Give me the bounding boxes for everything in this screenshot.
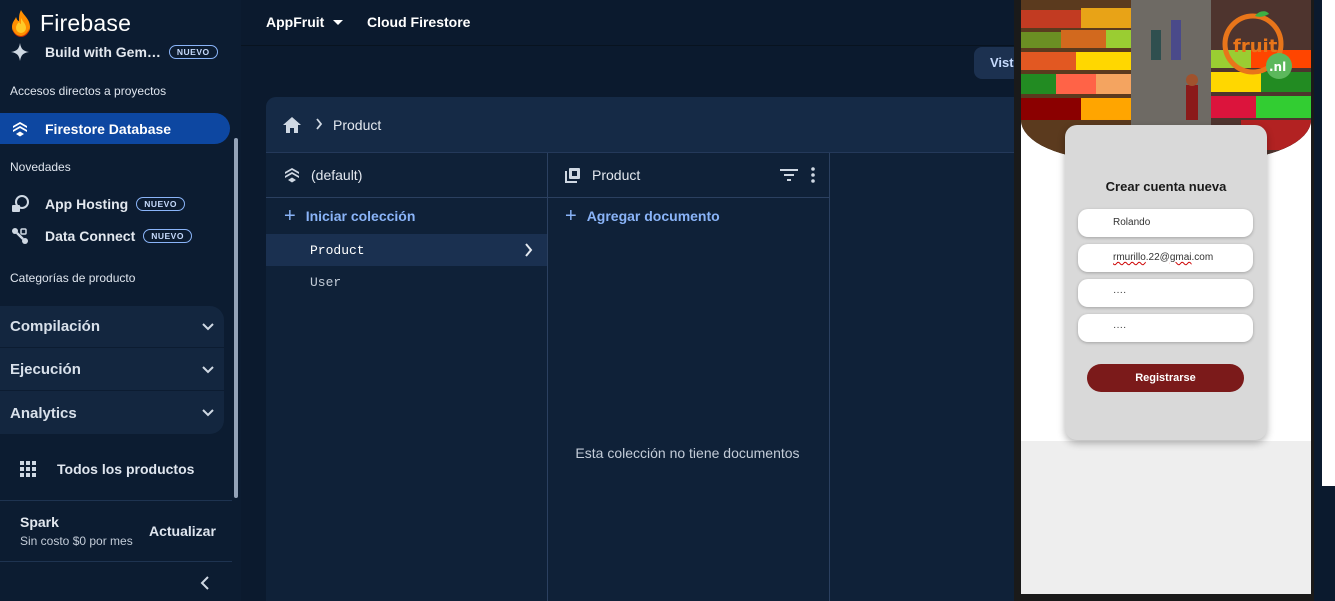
- plan-name: Spark: [20, 514, 59, 530]
- all-products-link[interactable]: Todos los productos: [20, 461, 194, 477]
- sidebar-item-label: Firestore Database: [45, 120, 172, 137]
- collapse-sidebar-button[interactable]: [200, 574, 216, 594]
- sidebar: Firebase Build with Gem… NUEVO Accesos d…: [0, 0, 241, 601]
- shortcuts-heading: Accesos directos a proyectos: [10, 84, 167, 98]
- password-field[interactable]: ····: [1078, 279, 1253, 307]
- upgrade-button[interactable]: Actualizar: [149, 523, 216, 539]
- start-collection-button[interactable]: + Iniciar colección: [266, 198, 547, 234]
- sidebar-item-label: Build with Gem…: [45, 44, 161, 60]
- database-header: (default): [266, 153, 547, 198]
- sidebar-scrollbar[interactable]: [234, 138, 238, 498]
- breadcrumb-item[interactable]: Product: [333, 117, 381, 133]
- app-hosting-icon: [9, 193, 31, 215]
- register-card: Crear cuenta nueva Rolando rmurillo.22@g…: [1065, 125, 1267, 440]
- filter-icon[interactable]: [779, 168, 799, 182]
- category-label: Analytics: [10, 404, 77, 422]
- name-field[interactable]: Rolando: [1078, 209, 1253, 237]
- add-document-button[interactable]: + Agregar documento: [547, 198, 829, 234]
- app-logo: fruit .nl: [1217, 10, 1297, 82]
- all-products-label: Todos los productos: [57, 461, 195, 477]
- plan-description: Sin costo $0 por mes: [20, 534, 133, 548]
- plus-icon: +: [565, 205, 577, 227]
- new-badge: NUEVO: [136, 197, 185, 211]
- divider: [0, 500, 232, 501]
- news-heading: Novedades: [10, 160, 71, 174]
- new-badge: NUEVO: [168, 45, 218, 59]
- screen-bottom: [1021, 441, 1311, 594]
- database-name: (default): [311, 167, 363, 183]
- email-tld: .com: [1191, 252, 1214, 263]
- app-screen: fruit .nl Crear cuenta nueva Rolando rmu…: [1021, 0, 1311, 594]
- divider: [0, 561, 232, 562]
- collection-name: User: [310, 274, 342, 290]
- page-title: Cloud Firestore: [367, 14, 471, 30]
- sidebar-item-label: Data Connect: [45, 228, 136, 244]
- more-vert-icon[interactable]: [811, 167, 815, 183]
- sidebar-item-app-hosting[interactable]: App Hosting NUEVO: [0, 193, 185, 215]
- category-analytics[interactable]: Analytics: [0, 392, 224, 434]
- chevron-down-icon: [202, 409, 214, 417]
- collection-icon: [565, 168, 580, 183]
- empty-collection-message: Esta colección no tiene documentos: [575, 445, 800, 461]
- chevron-left-icon: [200, 576, 209, 590]
- project-name: AppFruit: [266, 14, 325, 30]
- breadcrumb: Product: [266, 97, 1026, 153]
- firestore-data-panel: Product (default) + Iniciar colección Pr…: [266, 97, 1026, 601]
- category-label: Compilación: [10, 318, 101, 335]
- logo-suffix: .nl: [1269, 60, 1286, 74]
- logo-text: fruit: [1233, 36, 1278, 57]
- start-collection-label: Iniciar colección: [305, 208, 416, 224]
- top-bar: AppFruit Cloud Firestore: [241, 0, 1021, 46]
- window-edge: [1322, 0, 1335, 601]
- email-field[interactable]: rmurillo.22@gmai.com: [1078, 244, 1253, 272]
- data-connect-icon: [9, 225, 31, 247]
- firestore-icon: [9, 118, 31, 140]
- firestore-icon: [285, 168, 299, 183]
- add-document-label: Agregar documento: [586, 208, 720, 224]
- chevron-down-icon: [202, 322, 214, 330]
- caret-down-icon: [333, 19, 344, 25]
- collection-column: Product + Agregar documento Esta colecci…: [547, 153, 830, 601]
- firebase-logo-icon: [12, 10, 30, 37]
- sidebar-item-data-connect[interactable]: Data Connect NUEVO: [0, 225, 192, 247]
- grid-icon: [20, 461, 36, 477]
- collection-header: Product: [547, 153, 829, 198]
- collection-item-product[interactable]: Product: [266, 234, 547, 266]
- sidebar-item-firestore[interactable]: Firestore Database: [0, 113, 230, 144]
- confirm-password-field[interactable]: ····: [1078, 314, 1253, 342]
- chevron-right-icon: [315, 117, 323, 133]
- chevron-down-icon: [202, 365, 214, 373]
- project-selector[interactable]: AppFruit: [266, 14, 344, 30]
- chevron-right-icon: [525, 243, 533, 257]
- sparkle-icon: [9, 41, 31, 63]
- home-icon[interactable]: [282, 115, 302, 135]
- window-edge-dark: [1322, 486, 1335, 601]
- brand-name: Firebase: [40, 9, 132, 36]
- plus-icon: +: [284, 205, 296, 227]
- sidebar-item-gemini[interactable]: Build with Gem… NUEVO: [0, 41, 218, 63]
- collection-name: Product: [310, 242, 365, 258]
- email-middle: .22@: [1145, 252, 1170, 263]
- sidebar-item-label: App Hosting: [45, 196, 129, 212]
- collection-title: Product: [592, 167, 641, 183]
- category-label: Ejecución: [10, 361, 81, 378]
- category-groups: Compilación Ejecución Analytics: [0, 306, 224, 434]
- phone-emulator: fruit .nl Crear cuenta nueva Rolando rmu…: [1014, 0, 1314, 601]
- database-column: (default) + Iniciar colección Product Us…: [266, 153, 548, 601]
- register-button[interactable]: Registrarse: [1087, 364, 1244, 392]
- email-user: rmurillo: [1113, 252, 1146, 263]
- categories-heading: Categorías de producto: [10, 271, 136, 285]
- collection-item-user[interactable]: User: [266, 266, 547, 298]
- email-domain: gmai: [1169, 252, 1192, 263]
- category-run[interactable]: Ejecución: [0, 349, 224, 391]
- firebase-brand[interactable]: Firebase: [10, 8, 131, 38]
- new-badge: NUEVO: [143, 229, 192, 243]
- category-build[interactable]: Compilación: [0, 306, 224, 348]
- register-title: Crear cuenta nueva: [1105, 179, 1227, 194]
